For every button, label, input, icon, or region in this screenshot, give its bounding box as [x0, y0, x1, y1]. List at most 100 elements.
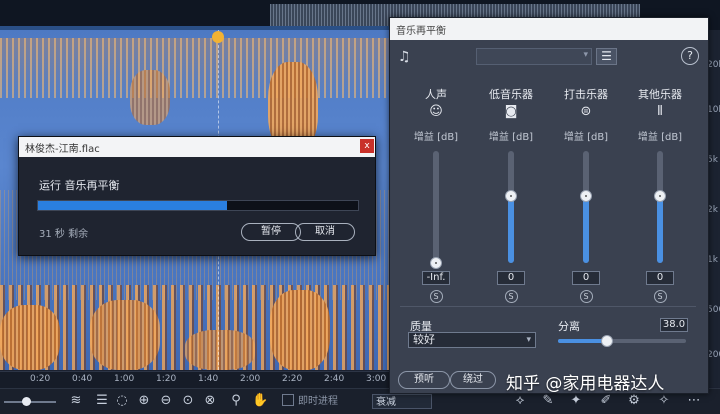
- channel-name: 打击乐器: [564, 88, 608, 101]
- solo-button[interactable]: S: [504, 290, 518, 303]
- panel-titlebar[interactable]: 音乐再平衡: [390, 18, 708, 40]
- zoom-in-icon[interactable]: ⊕: [136, 393, 152, 409]
- pause-button[interactable]: 暂停: [241, 223, 301, 241]
- gain-fader-fill: [508, 195, 514, 263]
- preset-select[interactable]: ▾: [476, 48, 592, 65]
- spectrogram-band-high: [0, 38, 392, 98]
- lasso-tool-icon[interactable]: ⟡: [512, 393, 528, 409]
- comment-icon[interactable]: ◌: [114, 393, 130, 409]
- time-remaining: 31 秒 剩余: [39, 229, 89, 240]
- spectrogram-energy: [270, 290, 330, 370]
- list-icon[interactable]: ☰: [94, 393, 110, 409]
- gain-fader-knob[interactable]: [430, 257, 442, 269]
- dialog-titlebar[interactable]: 林俊杰-江南.flac x: [19, 137, 375, 157]
- progress-dialog: 林俊杰-江南.flac x 运行 音乐再平衡 31 秒 剩余 暂停 取消: [18, 136, 376, 256]
- spectrogram-energy: [130, 70, 170, 125]
- timeline-tick: 3:00: [366, 374, 387, 384]
- gain-fader[interactable]: [505, 151, 517, 263]
- gain-label: 增益 [dB]: [563, 132, 609, 143]
- gain-fader-knob[interactable]: [654, 189, 666, 202]
- timeline-tick: 0:20: [30, 374, 51, 384]
- gain-fader[interactable]: [580, 151, 592, 263]
- solo-button[interactable]: S: [429, 290, 443, 303]
- hand-tool-icon[interactable]: ✋: [252, 393, 268, 409]
- channel-bass: 低音乐器 ◙ 增益 [dB] 0 S: [481, 86, 541, 303]
- realtime-label: 即时进程: [298, 396, 338, 407]
- panel-preset-bar: ♫ ▾ ☰ ?: [390, 40, 708, 74]
- playhead-handle[interactable]: [212, 31, 224, 43]
- chevron-down-icon: ▾: [583, 50, 588, 60]
- zoom-fit-icon[interactable]: ⊗: [202, 393, 218, 409]
- gain-fader-fill: [657, 195, 663, 263]
- zoom-tool-icon[interactable]: ⚲: [228, 393, 244, 409]
- gain-value[interactable]: 0: [572, 271, 600, 285]
- timeline-ruler[interactable]: 0:20 0:40 1:00 1:20 1:40 2:00 2:20 2:40 …: [0, 371, 392, 388]
- timeline-tick: 1:40: [198, 374, 219, 384]
- waveform-icon: ⫴: [657, 104, 663, 119]
- realtime-toggle[interactable]: 即时进程: [282, 394, 338, 409]
- timeline-tick: 2:20: [282, 374, 303, 384]
- timeline-tick: 0:40: [72, 374, 93, 384]
- cancel-button[interactable]: 取消: [295, 223, 355, 241]
- separation-slider[interactable]: [558, 335, 686, 347]
- settings-tool-icon[interactable]: ⚙: [626, 393, 642, 409]
- spectrogram-energy: [90, 300, 160, 370]
- gain-label: 增益 [dB]: [488, 132, 534, 143]
- gain-fader[interactable]: [430, 151, 442, 269]
- voice-icon: ☺: [429, 104, 443, 119]
- realtime-checkbox[interactable]: [282, 394, 294, 406]
- close-icon[interactable]: x: [360, 139, 374, 153]
- help-icon[interactable]: ?: [681, 47, 699, 65]
- zoom-out-icon[interactable]: ⊖: [158, 393, 174, 409]
- gain-fader[interactable]: [654, 151, 666, 263]
- mode-select[interactable]: 衰减: [372, 394, 432, 409]
- separation-value[interactable]: 38.0: [660, 318, 688, 332]
- spectrogram-energy: [0, 305, 60, 370]
- timeline-tick: 2:00: [240, 374, 261, 384]
- gain-value[interactable]: -Inf.: [422, 271, 450, 285]
- gain-value[interactable]: 0: [497, 271, 525, 285]
- preview-button[interactable]: 预听: [398, 371, 450, 389]
- timeline-tick: 1:00: [114, 374, 135, 384]
- separation-label: 分离: [558, 320, 580, 333]
- spectrogram-energy: [185, 330, 255, 370]
- channel-name: 人声: [425, 88, 447, 101]
- gain-label: 增益 [dB]: [413, 132, 459, 143]
- timeline-tick: 2:40: [324, 374, 345, 384]
- timeline-tick: 1:20: [156, 374, 177, 384]
- separation-slider-fill: [558, 339, 607, 343]
- gain-fader-knob[interactable]: [580, 189, 592, 202]
- channel-other: 其他乐器 ⫴ 增益 [dB] 0 S: [630, 86, 690, 303]
- gain-fader-knob[interactable]: [505, 189, 517, 202]
- chevron-down-icon: ▾: [526, 335, 531, 345]
- channel-name: 低音乐器: [489, 88, 533, 101]
- pencil-tool-icon[interactable]: ✐: [598, 393, 614, 409]
- gain-label: 增益 [dB]: [637, 132, 683, 143]
- wand-tool-icon[interactable]: ✦: [568, 393, 584, 409]
- watermark: 知乎 @家用电器达人: [506, 374, 665, 394]
- dialog-title: 林俊杰-江南.flac: [25, 144, 100, 155]
- divider: [400, 306, 696, 307]
- channel-name: 其他乐器: [638, 88, 682, 101]
- quality-value: 较好: [413, 333, 435, 346]
- bypass-button[interactable]: 绕过: [450, 371, 496, 389]
- solo-button[interactable]: S: [579, 290, 593, 303]
- sparkle-tool-icon[interactable]: ✧: [656, 393, 672, 409]
- channel-percussion: 打击乐器 ⊜ 增益 [dB] 0 S: [556, 86, 616, 303]
- music-rebalance-panel: 音乐再平衡 ♫ ▾ ☰ ? 人声 ☺ 增益 [dB] -Inf. S 低音乐器 …: [389, 17, 709, 394]
- gain-value[interactable]: 0: [646, 271, 674, 285]
- brush-tool-icon[interactable]: ✎: [540, 393, 556, 409]
- drum-icon: ⊜: [580, 104, 592, 119]
- separation-slider-knob[interactable]: [600, 335, 613, 347]
- progress-status: 运行 音乐再平衡: [39, 179, 120, 192]
- more-tools-icon[interactable]: ⋯: [686, 393, 702, 409]
- quality-select[interactable]: 较好 ▾: [408, 332, 536, 348]
- speaker-icon: ◙: [504, 104, 518, 119]
- preset-menu-button[interactable]: ☰: [596, 48, 617, 65]
- preset-icon[interactable]: ♫: [398, 49, 411, 65]
- solo-button[interactable]: S: [653, 290, 667, 303]
- zoom-slider-knob[interactable]: [22, 397, 31, 406]
- waveform-view-icon[interactable]: ≋: [68, 393, 84, 409]
- progress-bar-fill: [38, 201, 227, 210]
- zoom-selection-icon[interactable]: ⊙: [180, 393, 196, 409]
